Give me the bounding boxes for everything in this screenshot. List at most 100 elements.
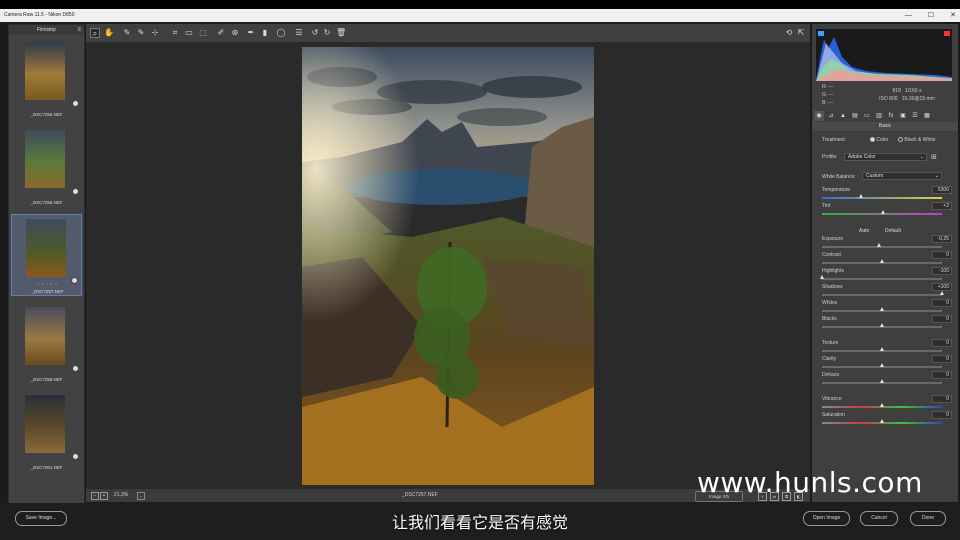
slider-track[interactable] <box>822 246 942 248</box>
filmstrip-title: Filmstrip <box>37 27 56 33</box>
zoom-in-button[interactable]: + <box>100 492 108 500</box>
profile-browser-icon[interactable]: ⊞ <box>931 153 937 161</box>
toggle-icon[interactable]: ⟲ <box>784 28 794 38</box>
edited-badge-icon <box>72 100 79 107</box>
thumbnail-image <box>25 395 65 453</box>
trash-icon[interactable]: 🗑 <box>336 28 346 38</box>
slider-value-input[interactable]: +2 <box>932 202 952 210</box>
slider-handle[interactable] <box>880 210 885 214</box>
slider-track[interactable] <box>822 294 942 296</box>
targeted-adjustment-icon[interactable]: ⊹ <box>150 28 160 38</box>
slider-handle[interactable] <box>879 323 884 327</box>
preferences-icon[interactable]: ☰ <box>294 28 304 38</box>
slider-label: Shadows <box>822 284 843 290</box>
presets-tab-icon[interactable]: ☰ <box>910 111 920 121</box>
slider-label: Texture <box>822 340 839 346</box>
slider-value-input[interactable]: 0 <box>932 395 952 403</box>
slider-track[interactable] <box>822 278 942 280</box>
slider-value-input[interactable]: -100 <box>932 267 952 275</box>
filmstrip-thumbnail[interactable]: _DSC7255.NEF <box>11 38 82 120</box>
graduated-filter-icon[interactable]: ▮ <box>260 28 270 38</box>
default-button[interactable]: Default <box>885 228 901 234</box>
slider-handle[interactable] <box>879 259 884 263</box>
slider-handle[interactable] <box>879 347 884 351</box>
filmstrip-thumbnail[interactable]: _DSC7261.NEF <box>11 391 82 473</box>
toolbar: ⟲ ⇱ ⌕ ✋ ✎ ✎ ⊹ ⌗ ▭ ⬚ ✐ ⊛ ✒ ▮ ◯ ☰ ↺ ↻ 🗑 <box>86 24 810 42</box>
slider-value-input[interactable]: 0 <box>932 251 952 259</box>
bw-radio-label: Black & White <box>904 137 936 143</box>
color-sampler-icon[interactable]: ✎ <box>136 28 146 38</box>
photo-preview <box>302 47 594 485</box>
filmstrip-menu-icon[interactable]: ≡ <box>77 25 81 35</box>
basic-tab-icon[interactable]: ◉ <box>814 111 824 121</box>
watermark: www.hunls.com <box>697 466 923 499</box>
adjustment-brush-icon[interactable]: ✒ <box>246 28 256 38</box>
slider-handle[interactable] <box>877 243 882 247</box>
slider-value-input[interactable]: -0,25 <box>932 235 952 243</box>
fullscreen-icon[interactable]: ⇱ <box>796 28 806 38</box>
treatment-color-option[interactable]: Color <box>870 137 888 143</box>
slider-label: Whites <box>822 300 838 306</box>
slider-handle[interactable] <box>939 291 944 295</box>
split-toning-tab-icon[interactable]: ▭ <box>862 111 872 121</box>
hand-tool-icon[interactable]: ✋ <box>104 28 114 38</box>
slider-value-input[interactable]: 0 <box>932 299 952 307</box>
shadow-clipping-icon[interactable] <box>818 31 824 36</box>
slider-value-input[interactable]: 5300 <box>932 186 952 194</box>
spot-removal-icon[interactable]: ✐ <box>216 28 226 38</box>
slider-handle[interactable] <box>859 194 864 198</box>
slider-handle[interactable] <box>879 363 884 367</box>
slider-label: Clarity <box>822 356 837 362</box>
video-subtitle: 让我们看看它是否有感觉 <box>391 513 568 532</box>
slider-track[interactable] <box>822 197 942 199</box>
slider-value-input[interactable]: 0 <box>932 355 952 363</box>
slider-label: Saturation <box>822 412 845 418</box>
close-icon[interactable]: ✕ <box>950 9 956 22</box>
filmstrip-thumbnail[interactable]: • • • • • _DSC7257.NEF <box>11 214 82 296</box>
adjustment-panel: R: --- G: --- B: --- f/18 1/160 s ISO 80… <box>812 24 958 502</box>
color-radio-label: Color <box>876 137 889 143</box>
maximize-icon[interactable]: ☐ <box>928 9 934 22</box>
filmstrip-panel: Filmstrip ≡ _DSC7255.NEF _DSC7256.NEF • • … <box>8 24 85 504</box>
highlight-clipping-icon[interactable] <box>944 31 950 36</box>
white-balance-select[interactable]: Custom ⌄ <box>862 172 942 180</box>
treatment-bw-option[interactable]: Black & White <box>898 137 936 143</box>
panel-title: Basic <box>812 122 958 131</box>
filmstrip-thumbnail[interactable]: _DSC7258.NEF <box>11 303 82 385</box>
slider-handle[interactable] <box>819 275 824 279</box>
slider-handle[interactable] <box>879 419 884 423</box>
zoom-dropdown-icon[interactable]: ⌄ <box>137 492 145 500</box>
snapshots-tab-icon[interactable]: ▦ <box>922 111 932 121</box>
minimize-icon[interactable]: — <box>905 9 912 22</box>
bw-radio[interactable] <box>898 137 903 143</box>
crop-icon[interactable]: ⌗ <box>170 28 180 38</box>
tone-curve-tab-icon[interactable]: ⊿ <box>826 111 836 121</box>
filmstrip-header: Filmstrip ≡ <box>9 25 84 35</box>
filmstrip-thumbnail[interactable]: _DSC7256.NEF <box>11 126 82 208</box>
color-radio[interactable] <box>870 137 875 143</box>
profile-select[interactable]: Adobe Color ⌄ <box>844 153 927 161</box>
calibration-tab-icon[interactable]: ▣ <box>898 111 908 121</box>
rotate-right-icon[interactable]: ↻ <box>322 28 332 38</box>
red-eye-icon[interactable]: ⊛ <box>230 28 240 38</box>
lens-tab-icon[interactable]: ▥ <box>874 111 884 121</box>
transform-icon[interactable]: ⬚ <box>198 28 208 38</box>
hsl-tab-icon[interactable]: ▤ <box>850 111 860 121</box>
radial-filter-icon[interactable]: ◯ <box>276 28 286 38</box>
white-balance-icon[interactable]: ✎ <box>122 28 132 38</box>
slider-value-input[interactable]: 0 <box>932 339 952 347</box>
slider-value-input[interactable]: 0 <box>932 315 952 323</box>
slider-handle[interactable] <box>879 379 884 383</box>
effects-tab-icon[interactable]: fx <box>886 111 896 121</box>
slider-value-input[interactable]: +100 <box>932 283 952 291</box>
slider-handle[interactable] <box>879 307 884 311</box>
straighten-icon[interactable]: ▭ <box>184 28 194 38</box>
zoom-out-button[interactable]: − <box>91 492 99 500</box>
rotate-left-icon[interactable]: ↺ <box>310 28 320 38</box>
slider-value-input[interactable]: 0 <box>932 411 952 419</box>
slider-handle[interactable] <box>879 403 884 407</box>
zoom-tool-icon[interactable]: ⌕ <box>90 28 100 38</box>
auto-button[interactable]: Auto <box>859 228 869 234</box>
slider-value-input[interactable]: 0 <box>932 371 952 379</box>
detail-tab-icon[interactable]: ▲ <box>838 111 848 121</box>
